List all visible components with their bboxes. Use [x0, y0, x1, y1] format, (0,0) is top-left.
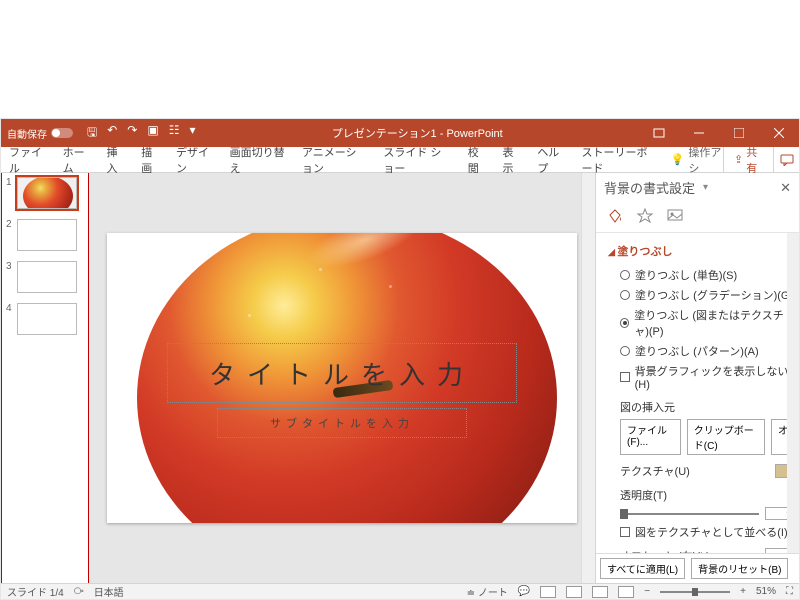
option-label: 塗りつぶし (パターン)(A) — [635, 343, 759, 359]
thumb-number: 1 — [6, 177, 14, 188]
zoom-slider[interactable] — [660, 591, 730, 593]
tab-animations[interactable]: アニメーション — [294, 147, 375, 173]
slide-canvas[interactable]: タイトルを入力 サブタイトルを入力 — [107, 233, 577, 523]
undo-icon[interactable]: ↶ — [107, 123, 117, 144]
slide-thumbnail-1[interactable] — [17, 177, 77, 209]
insert-file-button[interactable]: ファイル(F)... — [620, 419, 681, 455]
language-indicator[interactable]: 日本語 — [94, 584, 124, 599]
share-icon: ⇪ — [734, 153, 743, 166]
tab-storyboard[interactable]: ストーリーボード — [574, 147, 665, 173]
tab-view[interactable]: 表示 — [495, 147, 530, 173]
save-icon[interactable]: 🖫 — [87, 123, 97, 144]
reading-view-icon[interactable] — [592, 586, 608, 598]
zoom-out-button[interactable]: − — [644, 586, 650, 597]
option-label: 塗りつぶし (単色)(S) — [635, 267, 737, 283]
apply-to-all-button[interactable]: すべてに適用(L) — [600, 558, 685, 579]
slide-thumbnail-2[interactable] — [17, 219, 77, 251]
status-bar: スライド 1/4 ⧂ 日本語 ≐ ノート 💬 − + 51% ⛶ — [1, 583, 799, 599]
search-label: 操作アシ — [688, 144, 723, 176]
fill-solid-option[interactable]: 塗りつぶし (単色)(S) — [608, 265, 795, 285]
tab-draw[interactable]: 描画 — [133, 147, 168, 173]
tile-checkbox[interactable]: 図をテクスチャとして並べる(I) — [608, 522, 795, 542]
from-beginning-icon[interactable]: ▣ — [147, 123, 158, 144]
insert-clipboard-button[interactable]: クリップボード(C) — [687, 419, 765, 455]
share-label: 共有 — [746, 144, 763, 176]
comments-button[interactable] — [773, 147, 799, 173]
texture-label: テクスチャ(U) — [620, 463, 690, 479]
thumb-number: 3 — [6, 261, 14, 272]
tab-transitions[interactable]: 画面切り替え — [222, 147, 294, 173]
option-label: 図をテクスチャとして並べる(I) — [635, 524, 788, 540]
tab-design[interactable]: デザイン — [168, 147, 222, 173]
slideshow-view-icon[interactable] — [618, 586, 634, 598]
slide-editor[interactable]: タイトルを入力 サブタイトルを入力 — [89, 173, 595, 583]
spellcheck-icon[interactable]: ⧂ — [74, 586, 84, 597]
thumb-number: 4 — [6, 303, 14, 314]
ribbon-tabs: ファイル ホーム 挿入 描画 デザイン 画面切り替え アニメーション スライド … — [1, 147, 799, 173]
touch-mode-icon[interactable]: ☷ — [169, 123, 180, 144]
pane-close-button[interactable]: ✕ — [780, 180, 791, 196]
tab-help[interactable]: ヘルプ — [529, 147, 573, 173]
comments-status-icon[interactable]: 💬 — [518, 586, 530, 597]
notes-button[interactable]: ≐ ノート — [467, 584, 508, 599]
vertical-scrollbar[interactable] — [581, 173, 595, 583]
effects-tab-icon[interactable] — [634, 204, 656, 226]
tab-review[interactable]: 校閲 — [460, 147, 495, 173]
pane-title: 背景の書式設定 — [604, 178, 695, 197]
quick-access-toolbar: 🖫 ↶ ↷ ▣ ☷ ▾ — [87, 123, 196, 144]
fill-tab-icon[interactable] — [604, 204, 626, 226]
slide-thumbnail-panel: 1 2 3 4 — [1, 173, 89, 583]
option-label: 塗りつぶし (図またはテクスチャ)(P) — [634, 307, 795, 339]
share-button[interactable]: ⇪ 共有 — [723, 147, 773, 173]
slide-thumbnail-4[interactable] — [17, 303, 77, 335]
hide-background-checkbox[interactable]: 背景グラフィックを表示しない(H) — [608, 361, 795, 393]
autosave-label: 自動保存 — [7, 126, 47, 141]
window-title: プレゼンテーション1 - PowerPoint — [196, 125, 640, 141]
offset-left-label: オフセット (左)(L) — [620, 548, 710, 553]
insert-from-label: 図の挿入元 — [608, 393, 795, 417]
fit-to-window-icon[interactable]: ⛶ — [786, 586, 793, 597]
thumb-number: 2 — [6, 219, 14, 230]
fill-section-header[interactable]: 塗りつぶし — [608, 243, 795, 259]
redo-icon[interactable]: ↷ — [127, 123, 137, 144]
normal-view-icon[interactable] — [540, 586, 556, 598]
format-background-pane: 背景の書式設定 ▾ ✕ 塗りつぶし 塗りつぶし (単色)(S) 塗りつぶし (グ… — [595, 173, 799, 583]
toggle-off-icon — [51, 128, 73, 138]
slide-counter[interactable]: スライド 1/4 — [7, 584, 64, 599]
reset-background-button[interactable]: 背景のリセット(B) — [691, 558, 788, 579]
subtitle-placeholder[interactable]: サブタイトルを入力 — [217, 408, 467, 438]
option-label: 背景グラフィックを表示しない(H) — [635, 363, 795, 391]
autosave-toggle[interactable]: 自動保存 — [7, 126, 73, 141]
fill-picture-option[interactable]: 塗りつぶし (図またはテクスチャ)(P) — [608, 305, 795, 341]
close-button[interactable] — [759, 119, 799, 147]
lightbulb-icon: 💡 — [671, 153, 685, 166]
title-placeholder[interactable]: タイトルを入力 — [167, 343, 517, 403]
tab-file[interactable]: ファイル — [1, 147, 55, 173]
pane-scrollbar[interactable] — [787, 233, 799, 553]
pane-dropdown-icon[interactable]: ▾ — [703, 182, 708, 193]
zoom-level[interactable]: 51% — [756, 586, 776, 597]
transparency-label: 透明度(T) — [608, 481, 795, 505]
option-label: 塗りつぶし (グラデーション)(G) — [635, 287, 793, 303]
fill-pattern-option[interactable]: 塗りつぶし (パターン)(A) — [608, 341, 795, 361]
tab-insert[interactable]: 挿入 — [98, 147, 133, 173]
tab-home[interactable]: ホーム — [55, 147, 99, 173]
zoom-in-button[interactable]: + — [740, 586, 746, 597]
picture-tab-icon[interactable] — [664, 204, 686, 226]
sorter-view-icon[interactable] — [566, 586, 582, 598]
tell-me-search[interactable]: 💡 操作アシ — [671, 144, 723, 176]
fill-gradient-option[interactable]: 塗りつぶし (グラデーション)(G) — [608, 285, 795, 305]
tab-slideshow[interactable]: スライド ショー — [375, 147, 459, 173]
slide-thumbnail-3[interactable] — [17, 261, 77, 293]
transparency-slider[interactable] — [620, 513, 759, 515]
